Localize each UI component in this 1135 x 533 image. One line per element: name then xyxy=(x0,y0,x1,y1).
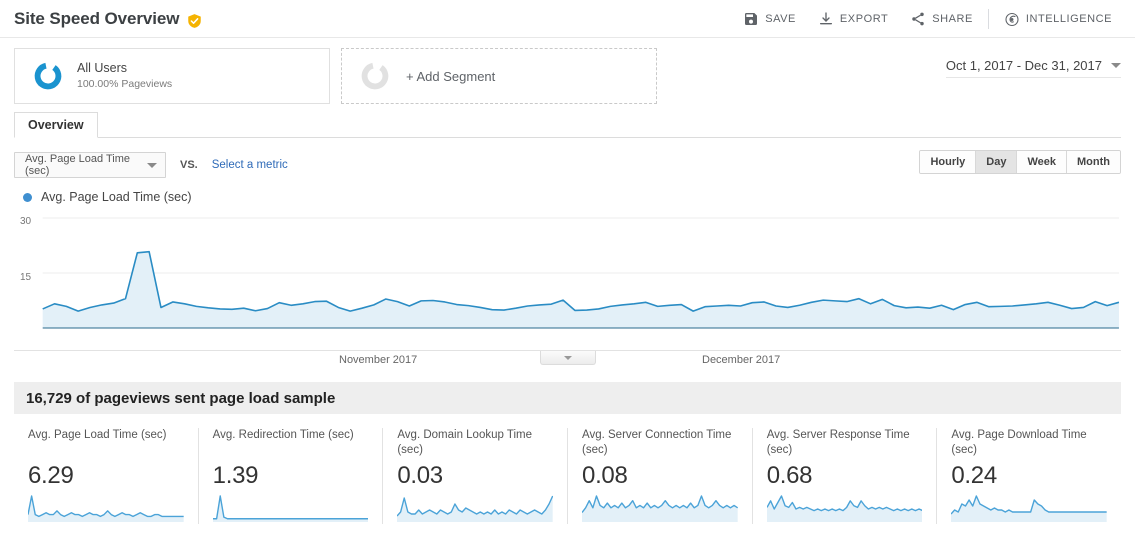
share-label: SHARE xyxy=(932,12,973,25)
metric-card-value: 0.08 xyxy=(582,462,628,489)
metric-card[interactable]: Avg. Page Load Time (sec) 6.29 xyxy=(14,428,199,524)
main-chart[interactable]: 30 15 xyxy=(14,210,1121,350)
legend-dot-icon xyxy=(23,192,32,202)
metric-card-value: 0.68 xyxy=(766,462,813,489)
x-axis-label-november: November 2017 xyxy=(339,354,418,366)
chart-panel: Avg. Page Load Time (sec) VS. Select a m… xyxy=(14,138,1121,370)
metric-card[interactable]: Avg. Page Download Time (sec) 0.24 xyxy=(937,428,1121,524)
metric-cards: Avg. Page Load Time (sec) 6.29 Avg. Redi… xyxy=(14,428,1121,524)
metric-card-title: Avg. Server Response Time (sec) xyxy=(766,429,910,456)
metric-card-sparkline xyxy=(28,494,184,522)
main-chart-svg xyxy=(14,210,1121,333)
intelligence-button[interactable]: INTELLIGENCE xyxy=(993,0,1123,38)
select-a-metric-link[interactable]: Select a metric xyxy=(212,159,288,171)
save-floppy-icon xyxy=(743,11,759,27)
segment-name: All Users xyxy=(77,60,128,75)
date-range-value: Oct 1, 2017 - Dec 31, 2017 xyxy=(945,58,1102,73)
x-axis-label-december: December 2017 xyxy=(702,354,781,366)
segment-all-users[interactable]: All Users 100.00% Pageviews xyxy=(14,48,330,104)
metric-card-sparkline xyxy=(582,494,738,522)
site-speed-overview-page: Site Speed Overview SAVE EXPORT SHARE IN… xyxy=(0,0,1135,533)
save-button[interactable]: SAVE xyxy=(732,0,807,38)
page-title: Site Speed Overview xyxy=(14,8,180,28)
x-axis: November 2017 December 2017 xyxy=(14,350,1121,370)
metric-card-sparkline xyxy=(212,494,369,522)
granularity-day[interactable]: Day xyxy=(976,151,1018,173)
intelligence-swirl-icon xyxy=(1004,11,1020,27)
metric-card-title: Avg. Redirection Time (sec) xyxy=(212,429,354,441)
export-button[interactable]: EXPORT xyxy=(807,0,899,38)
tab-strip: Overview xyxy=(14,112,1121,138)
metric-select[interactable]: Avg. Page Load Time (sec) xyxy=(14,152,166,178)
chevron-down-icon xyxy=(147,162,157,168)
chevron-down-icon xyxy=(563,355,572,360)
export-label: EXPORT xyxy=(839,12,889,25)
metric-card[interactable]: Avg. Domain Lookup Time (sec) 0.03 xyxy=(383,428,569,524)
metric-card-sparkline xyxy=(397,494,554,522)
chart-controls: Avg. Page Load Time (sec) VS. Select a m… xyxy=(14,148,1121,182)
y-axis-tick-30: 30 xyxy=(20,216,32,227)
save-label: SAVE xyxy=(765,12,796,25)
collapse-chart-button[interactable] xyxy=(539,351,596,365)
sample-banner-text: 16,729 of pageviews sent page load sampl… xyxy=(26,389,336,407)
metric-card-value: 0.24 xyxy=(951,462,997,489)
granularity-hourly[interactable]: Hourly xyxy=(920,151,977,173)
verified-shield-icon xyxy=(187,13,202,29)
segment-row: All Users 100.00% Pageviews + Add Segmen… xyxy=(0,38,1135,104)
metric-card-value: 1.39 xyxy=(212,462,259,489)
metric-card-title: Avg. Domain Lookup Time (sec) xyxy=(397,429,533,456)
metric-card-title: Avg. Page Download Time (sec) xyxy=(951,429,1087,456)
gray-donut-icon xyxy=(360,61,390,91)
metric-card-title: Avg. Server Connection Time (sec) xyxy=(582,429,732,456)
header-divider xyxy=(987,8,989,29)
chevron-down-icon xyxy=(1111,63,1121,68)
header-actions: SAVE EXPORT SHARE INTELLIGENCE xyxy=(732,0,1123,38)
metric-card[interactable]: Avg. Redirection Time (sec) 1.39 xyxy=(199,428,384,524)
add-segment-button[interactable]: + Add Segment xyxy=(341,48,657,104)
metric-card[interactable]: Avg. Server Connection Time (sec) 0.08 xyxy=(568,428,753,524)
metric-card-value: 6.29 xyxy=(28,462,74,489)
page-header: Site Speed Overview SAVE EXPORT SHARE IN… xyxy=(0,0,1135,38)
date-range-picker[interactable]: Oct 1, 2017 - Dec 31, 2017 xyxy=(945,58,1121,78)
share-nodes-icon xyxy=(910,11,926,27)
intelligence-label: INTELLIGENCE xyxy=(1025,12,1112,25)
metric-select-value: Avg. Page Load Time (sec) xyxy=(25,153,130,177)
segment-sub: 100.00% Pageviews xyxy=(77,78,173,91)
sample-banner: 16,729 of pageviews sent page load sampl… xyxy=(14,382,1121,414)
vs-label: VS. xyxy=(180,159,198,171)
metric-card[interactable]: Avg. Server Response Time (sec) 0.68 xyxy=(753,428,938,524)
metric-card-value: 0.03 xyxy=(397,462,443,489)
metric-card-sparkline xyxy=(951,494,1108,522)
granularity-month[interactable]: Month xyxy=(1067,151,1120,173)
segment-all-users-text: All Users 100.00% Pageviews xyxy=(77,61,172,92)
chart-legend: Avg. Page Load Time (sec) xyxy=(14,190,1121,204)
blue-donut-icon xyxy=(33,61,63,91)
metric-card-sparkline xyxy=(766,494,923,522)
y-axis-tick-15: 15 xyxy=(20,272,32,283)
add-segment-label: + Add Segment xyxy=(406,68,496,84)
share-button[interactable]: SHARE xyxy=(899,0,984,38)
metric-card-title: Avg. Page Load Time (sec) xyxy=(28,429,167,441)
legend-label: Avg. Page Load Time (sec) xyxy=(41,190,192,204)
export-download-icon xyxy=(818,11,834,27)
granularity-button-group: Hourly Day Week Month xyxy=(919,150,1121,174)
tab-overview[interactable]: Overview xyxy=(14,112,98,138)
granularity-week[interactable]: Week xyxy=(1017,151,1068,173)
